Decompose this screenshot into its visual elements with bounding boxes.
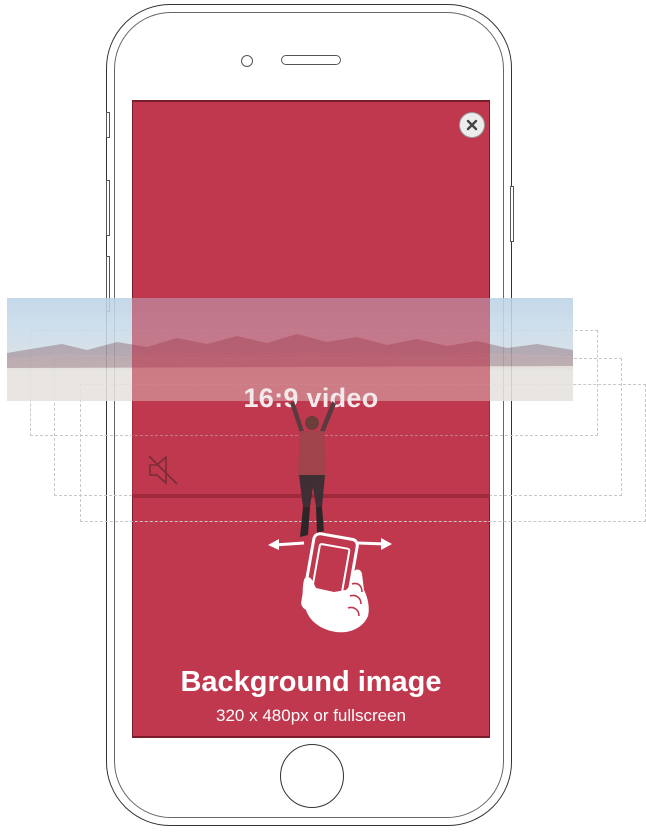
- mute-toggle[interactable]: [146, 453, 180, 492]
- person-figure: [284, 395, 340, 550]
- ring-switch: [106, 112, 110, 138]
- home-button[interactable]: [280, 744, 344, 808]
- background-image-subtitle: 320 x 480px or fullscreen: [216, 706, 406, 725]
- volume-up-button: [106, 180, 110, 236]
- background-image-title: Background image: [180, 666, 442, 698]
- close-button[interactable]: [459, 112, 485, 138]
- front-camera: [241, 55, 253, 67]
- power-button: [510, 186, 514, 242]
- speaker-muted-icon: [148, 455, 178, 485]
- earpiece-speaker: [281, 55, 341, 65]
- swipe-gesture: [266, 530, 396, 645]
- close-icon: [466, 119, 478, 131]
- hand-swipe-icon: [268, 532, 392, 633]
- person-arms-raised-icon: [290, 401, 336, 537]
